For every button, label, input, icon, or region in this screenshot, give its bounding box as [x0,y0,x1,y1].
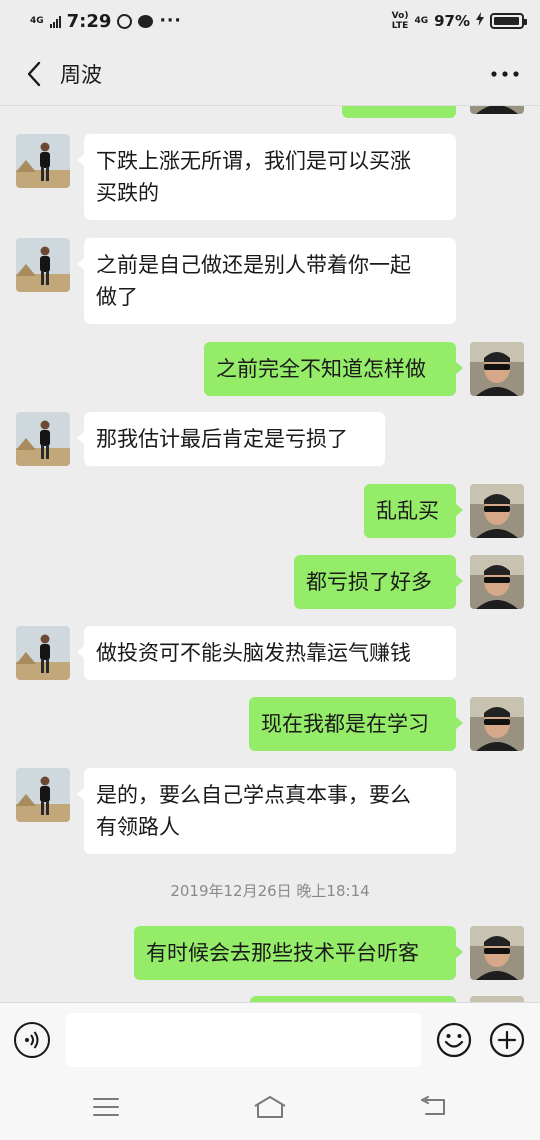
sent-message-bubble[interactable]: 之前完全不知道怎样做 [204,342,463,396]
back-icon[interactable] [414,1092,454,1122]
message-text-line: 乱乱买 [376,499,439,523]
message-list[interactable]: 下跌上涨无所谓，我们是可以买涨 买跌的 之前是自己做还是别人带着你一起 做了 之前完全不… [0,106,540,1002]
sent-message-bubble[interactable]: 都亏损了好多 [294,555,463,609]
message-text-line: 之前完全不知道怎样做 [216,357,426,381]
more-dots-icon[interactable] [488,57,522,91]
timestamp: 2019年12月26日 晚上18:14 [170,882,370,900]
received-message-bubble[interactable]: 做投资可不能头脑发热靠运气赚钱 [77,626,456,680]
received-message-bubble[interactable]: 是的，要么自己学点真本事，要么 有领路人 [77,768,456,854]
sent-message-bubble[interactable]: 乱乱买 [364,484,463,538]
emoji-icon[interactable] [436,1022,472,1058]
charging-icon [476,12,484,30]
contact-avatar[interactable] [16,412,70,466]
message-text-line: 之前是自己做还是别人带着你一起 [96,253,411,277]
my-avatar[interactable] [470,697,524,751]
message-text-line: 有时候会去那些技术平台听客 [146,941,419,965]
home-icon[interactable] [250,1092,290,1122]
sent-message-bubble[interactable]: 有时候会去那些技术平台听客 [134,926,463,980]
message-text-line: 现在我都是在学习 [261,712,429,736]
message-text-line: 有领路人 [96,815,180,839]
message-input[interactable] [66,1013,421,1067]
battery-icon [490,13,527,29]
received-message-bubble[interactable]: 下跌上涨无所谓，我们是可以买涨 买跌的 [77,134,456,220]
contact-avatar[interactable] [16,238,70,292]
my-avatar[interactable] [470,106,524,114]
message-icon [138,14,154,28]
my-avatar[interactable] [470,555,524,609]
contact-avatar[interactable] [16,134,70,188]
my-avatar[interactable] [470,342,524,396]
message-text-line: 下跌上涨无所谓，我们是可以买涨 [96,149,411,173]
received-message-bubble[interactable]: 之前是自己做还是别人带着你一起 做了 [77,238,456,324]
message-text-line: 买跌的 [96,181,159,205]
system-nav-bar [0,1076,540,1140]
input-bar [0,1002,540,1076]
plus-icon[interactable] [489,1022,525,1058]
network-type: 4G [30,15,44,26]
volte-indicator: Vo) LTE [391,11,409,31]
message-text-line: 做了 [96,285,138,309]
clock: 7:29 [66,10,112,32]
message-text-line: 是的，要么自己学点真本事，要么 [96,783,411,807]
voice-icon[interactable] [14,1022,50,1058]
my-avatar[interactable] [470,484,524,538]
message-text-line: 都亏损了好多 [306,570,432,594]
contact-avatar[interactable] [16,626,70,680]
my-avatar[interactable] [470,926,524,980]
message-text-line: 做投资可不能头脑发热靠运气赚钱 [96,641,411,665]
contact-avatar[interactable] [16,768,70,822]
more-notifications-icon: ··· [159,11,182,31]
menu-icon[interactable] [86,1092,126,1122]
signal-icon [49,15,61,28]
network-type-2: 4G [414,16,429,26]
received-message-bubble[interactable]: 那我估计最后肯定是亏损了 [77,412,385,466]
whatsapp-icon [117,13,133,29]
chat-header: 周波 [0,42,540,106]
battery-percent: 97% [434,12,470,30]
back-chevron-icon[interactable] [12,52,56,96]
message-text-line: 那我估计最后肯定是亏损了 [96,427,348,451]
status-bar: 4G 7:29 ··· Vo) LTE 4G 97% [0,0,540,42]
sent-message-bubble[interactable]: 现在我都是在学习 [249,697,463,751]
chat-title: 周波 [60,62,102,87]
